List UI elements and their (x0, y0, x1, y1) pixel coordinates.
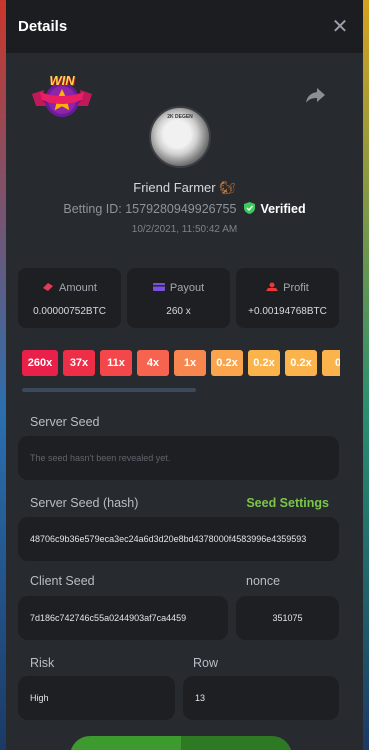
multiplier-chip: 0 (322, 350, 340, 376)
verify-button[interactable] (70, 736, 292, 750)
risk-label: Risk (30, 656, 55, 670)
multiplier-chip: 1x (174, 350, 206, 376)
avatar: 2K DEGEN (149, 106, 211, 168)
win-badge: WIN (28, 70, 96, 122)
multiplier-scrollbar[interactable] (22, 388, 196, 392)
squirrel-icon: 🐿 (219, 180, 236, 195)
bet-timestamp: 10/2/2021, 11:50:42 AM (131, 224, 238, 235)
risk-field[interactable]: High (18, 676, 175, 720)
nonce-field[interactable]: 351075 (236, 596, 339, 640)
profit-icon (266, 282, 279, 292)
modal-header: Details ✕ (6, 0, 363, 53)
multiplier-chip: 0.2x (248, 350, 280, 376)
modal-title: Details (18, 18, 68, 35)
background-edge-right (363, 0, 369, 750)
seed-settings-link[interactable]: Seed Settings (246, 496, 329, 510)
username: Friend Farmer (133, 180, 216, 195)
multiplier-chip: 0.2x (285, 350, 317, 376)
username-row: Friend Farmer 🐿 (6, 180, 363, 196)
amount-value: 0.00000752BTC (33, 306, 106, 317)
multiplier-chip: 37x (63, 350, 95, 376)
client-seed-field[interactable]: 7d186c742746c55a0244903af7ca4459 (18, 596, 228, 640)
multiplier-chip: 260x (22, 350, 58, 376)
multiplier-chip: 0.2x (211, 350, 243, 376)
share-icon[interactable] (305, 86, 327, 104)
multiplier-chip: 4x (137, 350, 169, 376)
multiplier-strip: 260x 37x 11x 4x 1x 0.2x 0.2x 0.2x 0 (22, 350, 340, 376)
betting-id: Betting ID: 1579280949926755 (63, 202, 237, 216)
server-seed-hash-label: Server Seed (hash) (30, 496, 139, 510)
row-field[interactable]: 13 (183, 676, 339, 720)
multiplier-chip: 11x (100, 350, 132, 376)
amount-card: Amount 0.00000752BTC (18, 268, 121, 328)
profit-card: Profit +0.00194768BTC (236, 268, 339, 328)
verified-label: Verified (260, 202, 306, 216)
server-seed-field: The seed hasn't been revealed yet. (18, 436, 339, 480)
payout-icon (152, 282, 165, 292)
verified-shield-icon (243, 202, 255, 214)
payout-value: 260 x (166, 306, 191, 317)
profit-value: +0.00194768BTC (248, 306, 327, 317)
payout-card: Payout 260 x (127, 268, 230, 328)
server-seed-hash-field[interactable]: 48706c9b36e579eca3ec24a6d3d20e8bd4378000… (18, 517, 339, 561)
close-icon[interactable]: ✕ (329, 15, 351, 38)
win-badge-text: WIN (49, 73, 75, 88)
betting-id-row: Betting ID: 1579280949926755 Verified (6, 202, 363, 216)
client-seed-label: Client Seed (30, 574, 95, 588)
details-modal: Details ✕ WIN 2K DEGEN Friend Farmer 🐿 B… (6, 0, 363, 750)
profit-label: Profit (283, 282, 309, 294)
payout-label: Payout (169, 282, 205, 294)
avatar-caption: 2K DEGEN (167, 114, 193, 120)
stats-row: Amount 0.00000752BTC Payout 260 x Profit… (18, 268, 339, 328)
server-seed-label: Server Seed (30, 415, 100, 429)
amount-icon (42, 282, 54, 292)
row-label: Row (193, 656, 219, 670)
nonce-label: nonce (246, 574, 281, 588)
amount-label: Amount (59, 282, 97, 294)
